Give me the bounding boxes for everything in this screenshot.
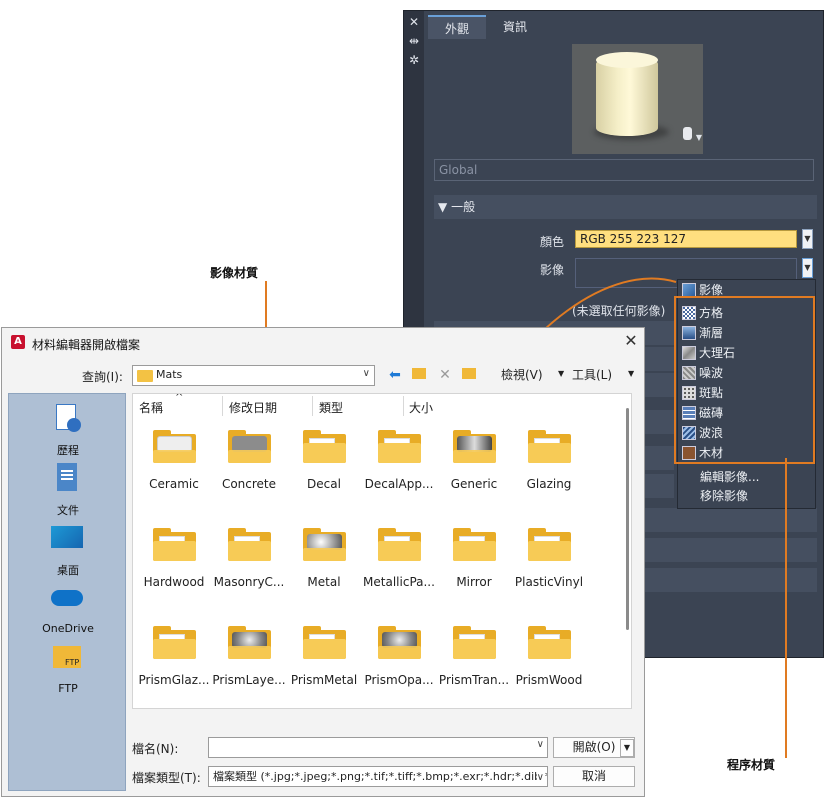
place-desktop[interactable]: 桌面: [9, 520, 127, 578]
chevron-down-icon[interactable]: ∨: [536, 739, 544, 750]
folder-icon: [453, 626, 496, 659]
documents-icon: [51, 462, 83, 494]
folder-item[interactable]: PrismWood: [513, 626, 585, 700]
open-file-dialog: A 材料編輯器開啟檔案 ✕ 查詢(I): Mats ∨ ⬅ ✕ 檢視(V) ▼ …: [1, 327, 645, 797]
column-size[interactable]: 大小: [409, 399, 433, 416]
folder-item[interactable]: Mirror: [438, 528, 510, 602]
folder-icon: [453, 528, 496, 561]
folder-item[interactable]: DecalApp...: [363, 430, 435, 504]
file-type-label: 檔案類型(T):: [132, 771, 201, 785]
folder-item[interactable]: PrismOpa...: [363, 626, 435, 700]
views-dropdown-icon[interactable]: ▼: [558, 369, 564, 378]
folder-item[interactable]: PrismMetal: [288, 626, 360, 700]
folder-item[interactable]: Metal: [288, 528, 360, 602]
views-menu[interactable]: 檢視(V): [501, 366, 543, 383]
look-in-combo[interactable]: Mats ∨: [132, 365, 375, 386]
dialog-title: 材料編輯器開啟檔案: [32, 338, 141, 352]
place-documents[interactable]: 文件: [9, 460, 127, 518]
file-type-value: 檔案類型 (*.jpg;*.jpeg;*.png;*.tif;*.tiff;*.…: [213, 770, 548, 783]
folder-item[interactable]: Ceramic: [138, 430, 210, 504]
column-separator: [312, 396, 313, 416]
folder-icon: [378, 528, 421, 561]
chevron-down-icon: ∨: [362, 368, 370, 379]
new-folder-icon[interactable]: [460, 366, 478, 384]
folder-icon: [153, 528, 196, 561]
history-icon: [51, 402, 83, 434]
folder-item[interactable]: PrismTran...: [438, 626, 510, 700]
column-separator: [222, 396, 223, 416]
folder-icon: [303, 626, 346, 659]
close-button[interactable]: ✕: [622, 332, 640, 350]
folder-icon: [453, 430, 496, 463]
folder-icon: [378, 430, 421, 463]
folder-item[interactable]: Hardwood: [138, 528, 210, 602]
place-onedrive[interactable]: OneDrive: [9, 580, 127, 638]
desktop-icon: [51, 522, 83, 554]
file-type-combo[interactable]: 檔案類型 (*.jpg;*.jpeg;*.png;*.tif;*.tiff;*.…: [208, 766, 548, 787]
folder-icon: [303, 528, 346, 561]
sort-ascending-icon: ^: [175, 393, 184, 403]
folder-item[interactable]: Generic: [438, 430, 510, 504]
folder-icon: [528, 626, 571, 659]
place-history[interactable]: 歷程: [9, 400, 127, 458]
autocad-app-icon: A: [11, 335, 25, 349]
look-in-label: 查詢(I):: [82, 370, 123, 384]
vertical-scrollbar[interactable]: [626, 408, 629, 630]
delete-icon[interactable]: ✕: [436, 366, 454, 384]
folder-icon: [153, 430, 196, 463]
folder-icon: [303, 430, 346, 463]
folder-icon: [137, 370, 153, 382]
open-options-dropdown[interactable]: ▼: [620, 739, 634, 757]
folder-item[interactable]: PrismLaye...: [212, 626, 286, 700]
folder-item[interactable]: PlasticVinyl: [513, 528, 585, 602]
column-separator: [403, 396, 404, 416]
chevron-down-icon[interactable]: ∨: [536, 768, 544, 786]
folder-item[interactable]: Decal: [288, 430, 360, 504]
column-type[interactable]: 類型: [319, 399, 343, 416]
folder-item[interactable]: MetallicPa...: [363, 528, 435, 602]
look-in-value: Mats: [156, 368, 183, 381]
place-ftp[interactable]: FTP FTP: [9, 640, 127, 698]
file-name-input[interactable]: ∨: [208, 737, 548, 758]
tools-dropdown-icon[interactable]: ▼: [628, 369, 634, 378]
back-arrow-icon[interactable]: ⬅: [386, 366, 404, 384]
folder-icon: [528, 430, 571, 463]
file-list: 名稱 ^ 修改日期 類型 大小 Ceramic Concrete Decal D…: [132, 393, 632, 709]
folder-item[interactable]: Glazing: [513, 430, 585, 504]
folder-icon: [378, 626, 421, 659]
up-folder-icon[interactable]: [410, 366, 428, 384]
column-modified[interactable]: 修改日期: [229, 399, 277, 416]
file-name-label: 檔名(N):: [132, 742, 179, 756]
cancel-button[interactable]: 取消: [553, 766, 635, 787]
folder-icon: [228, 626, 271, 659]
onedrive-icon: [51, 582, 83, 614]
tools-menu[interactable]: 工具(L): [572, 366, 612, 383]
places-bar: 歷程 文件 桌面 OneDrive FTP FTP: [8, 393, 126, 791]
folder-item[interactable]: MasonryC...: [213, 528, 285, 602]
folder-icon: [228, 528, 271, 561]
ftp-folder-icon: FTP: [51, 642, 83, 674]
folder-icon: [228, 430, 271, 463]
folder-item[interactable]: Concrete: [213, 430, 285, 504]
folder-item[interactable]: PrismGlaz...: [138, 626, 210, 700]
folder-icon: [528, 528, 571, 561]
folder-icon: [153, 626, 196, 659]
column-name[interactable]: 名稱: [139, 399, 163, 416]
